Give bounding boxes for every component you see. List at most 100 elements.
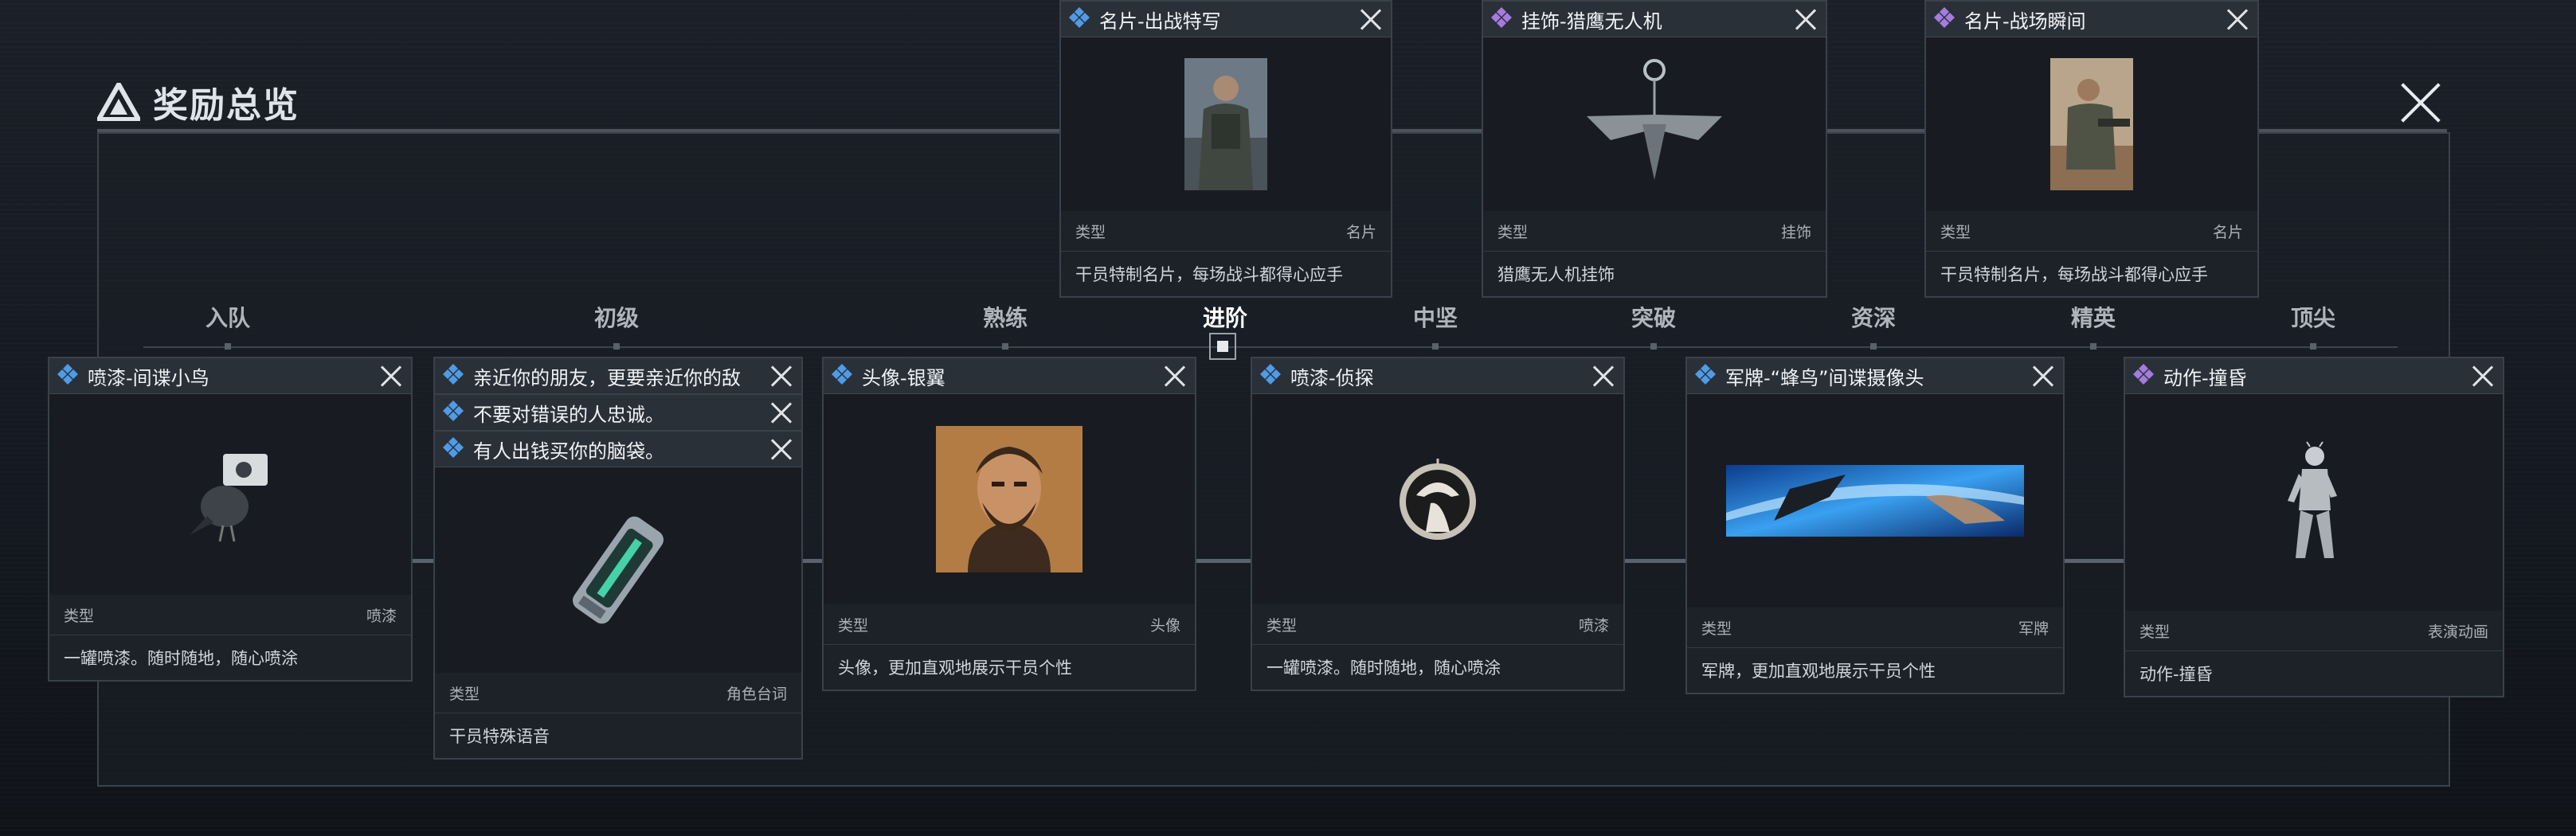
stage-dot	[2310, 343, 2316, 350]
stage-dot	[1870, 343, 1877, 350]
stage-label[interactable]: 精英	[2071, 301, 2116, 333]
card-header: 头像-银翼	[824, 358, 1195, 394]
triangle-logo-icon	[97, 83, 140, 121]
reward-card-top-2[interactable]: 名片-战场瞬间 类型 名片 干员特制名片，每场战斗都得心应手	[1924, 0, 2259, 298]
close-icon[interactable]	[768, 399, 795, 426]
close-icon[interactable]	[2224, 6, 2251, 33]
stage-dot	[613, 343, 620, 350]
stage-label[interactable]: 进阶	[1203, 301, 1247, 333]
stage-label[interactable]: 中坚	[1413, 301, 1458, 333]
close-icon[interactable]	[2030, 362, 2057, 389]
stage-label[interactable]: 突破	[1631, 301, 1676, 333]
stage-label[interactable]: 入队	[206, 301, 250, 333]
type-label: 类型	[1940, 223, 1971, 241]
reward-card-bottom-2[interactable]: 头像-银翼 类型 头像 头像，更加直观地展示干员个性	[822, 357, 1196, 691]
card-type-row: 类型 角色台词	[435, 673, 801, 713]
type-label: 类型	[2139, 623, 2171, 641]
card-title: 动作-撞昏	[2163, 366, 2247, 389]
type-label: 类型	[1266, 616, 1298, 635]
detective-spray-icon	[1252, 394, 1623, 604]
current-stage-marker	[1209, 333, 1236, 360]
spy-bird-spray-icon	[49, 394, 411, 595]
emote-figure-icon	[2125, 394, 2503, 611]
voice-device-icon	[435, 467, 801, 673]
reward-card-bottom-4[interactable]: 军牌-“蜂鸟”间谍摄像头 类型 军牌 军牌，更加直观地展示干员个性	[1685, 357, 2065, 694]
type-label: 类型	[1075, 223, 1106, 241]
type-value: 军牌	[2018, 619, 2049, 638]
rarity-diamond-icon	[441, 436, 465, 463]
page-title-text: 奖励总览	[153, 85, 299, 126]
voice-line-entry[interactable]: 不要对错误的人忠诚。	[435, 395, 801, 432]
rarity-diamond-icon	[2132, 362, 2155, 389]
stage-dot	[1432, 343, 1439, 350]
stage-dot	[225, 343, 231, 350]
card-header: 有人出钱买你的脑袋。	[435, 432, 801, 467]
voice-line-title: 不要对错误的人忠诚。	[473, 403, 664, 426]
stage-label[interactable]: 熟练	[983, 301, 1028, 333]
reward-card-bottom-5[interactable]: 动作-撞昏 类型 表演动画 动作-撞昏	[2124, 357, 2504, 697]
card-description: 头像，更加直观地展示干员个性	[824, 645, 1195, 690]
close-icon[interactable]	[768, 362, 795, 389]
card-description: 一罐喷漆。随时随地，随心喷涂	[1252, 645, 1623, 690]
stage-label[interactable]: 顶尖	[2291, 301, 2335, 333]
close-overview-button[interactable]	[2398, 80, 2444, 126]
card-type-row: 类型 喷漆	[49, 595, 411, 635]
card-title: 喷漆-间谍小鸟	[88, 366, 209, 389]
reward-card-top-0[interactable]: 名片-出战特写 类型 名片 干员特制名片，每场战斗都得心应手	[1059, 0, 1392, 298]
type-label: 类型	[1701, 619, 1732, 638]
card-header: 喷漆-侦探	[1252, 358, 1623, 394]
card-header: 喷漆-间谍小鸟	[49, 358, 411, 394]
card-header: 动作-撞昏	[2125, 358, 2503, 394]
card-description: 干员特制名片，每场战斗都得心应手	[1926, 252, 2257, 296]
card-title: 挂饰-猎鹰无人机	[1521, 10, 1662, 33]
type-label: 类型	[64, 607, 95, 625]
reward-card-top-1[interactable]: 挂饰-猎鹰无人机 类型 挂饰 猎鹰无人机挂饰	[1482, 0, 1827, 298]
rarity-diamond-icon	[1932, 6, 1956, 33]
close-icon[interactable]	[1357, 6, 1384, 33]
close-icon[interactable]	[1161, 362, 1188, 389]
type-value: 挂饰	[1780, 223, 1811, 241]
card-title: 喷漆-侦探	[1290, 366, 1374, 389]
avatar-silverwing-icon	[824, 394, 1195, 604]
type-value: 名片	[1345, 223, 1376, 241]
namecard-battlefield-icon	[1926, 37, 2257, 211]
card-type-row: 类型 军牌	[1687, 607, 2063, 648]
card-description: 干员特制名片，每场战斗都得心应手	[1061, 252, 1391, 296]
card-header: 名片-出战特写	[1061, 2, 1391, 37]
type-label: 类型	[1497, 223, 1529, 241]
close-icon[interactable]	[2469, 362, 2496, 389]
card-type-row: 类型 名片	[1926, 211, 2257, 252]
card-description: 动作-撞昏	[2125, 651, 2503, 696]
reward-card-bottom-0[interactable]: 喷漆-间谍小鸟 类型 喷漆 一罐喷漆。随时随地，随心喷涂	[48, 357, 413, 682]
card-header: 军牌-“蜂鸟”间谍摄像头	[1687, 358, 2063, 394]
rarity-diamond-icon	[1490, 6, 1513, 33]
rarity-diamond-icon	[1067, 6, 1091, 33]
type-value: 喷漆	[366, 607, 397, 625]
close-icon[interactable]	[378, 362, 405, 389]
card-title: 头像-银翼	[862, 366, 945, 389]
card-title: 名片-出战特写	[1099, 10, 1221, 33]
reward-card-bottom-3[interactable]: 喷漆-侦探 类型 喷漆 一罐喷漆。随时随地，随心喷涂	[1251, 357, 1625, 691]
rarity-diamond-icon	[1259, 362, 1282, 389]
rarity-diamond-icon	[1693, 362, 1717, 389]
rarity-diamond-icon	[56, 362, 80, 389]
stage-label[interactable]: 初级	[594, 301, 639, 333]
card-type-row: 类型 表演动画	[2125, 611, 2503, 651]
card-description: 干员特殊语音	[435, 713, 801, 758]
rarity-diamond-icon	[441, 362, 465, 389]
voice-line-entry[interactable]: 亲近你的朋友，更要亲近你的敌	[435, 358, 801, 395]
type-value: 喷漆	[1578, 616, 1609, 635]
card-type-row: 类型 挂饰	[1483, 211, 1826, 252]
close-icon[interactable]	[768, 436, 795, 463]
stage-label[interactable]: 资深	[1851, 301, 1896, 333]
type-label: 类型	[838, 616, 869, 635]
rarity-diamond-icon	[830, 362, 854, 389]
stage-dot	[1650, 343, 1657, 350]
type-value: 名片	[2212, 223, 2243, 241]
card-header: 名片-战场瞬间	[1926, 2, 2257, 37]
falcon-drone-charm-icon	[1483, 37, 1826, 211]
voice-line-title: 亲近你的朋友，更要亲近你的敌	[473, 366, 741, 389]
reward-card-bottom-1[interactable]: 亲近你的朋友，更要亲近你的敌 不要对错误的人忠诚。 有人出钱买你的脑袋。 类型 …	[433, 357, 803, 760]
close-icon[interactable]	[1792, 6, 1819, 33]
close-icon[interactable]	[1590, 362, 1617, 389]
